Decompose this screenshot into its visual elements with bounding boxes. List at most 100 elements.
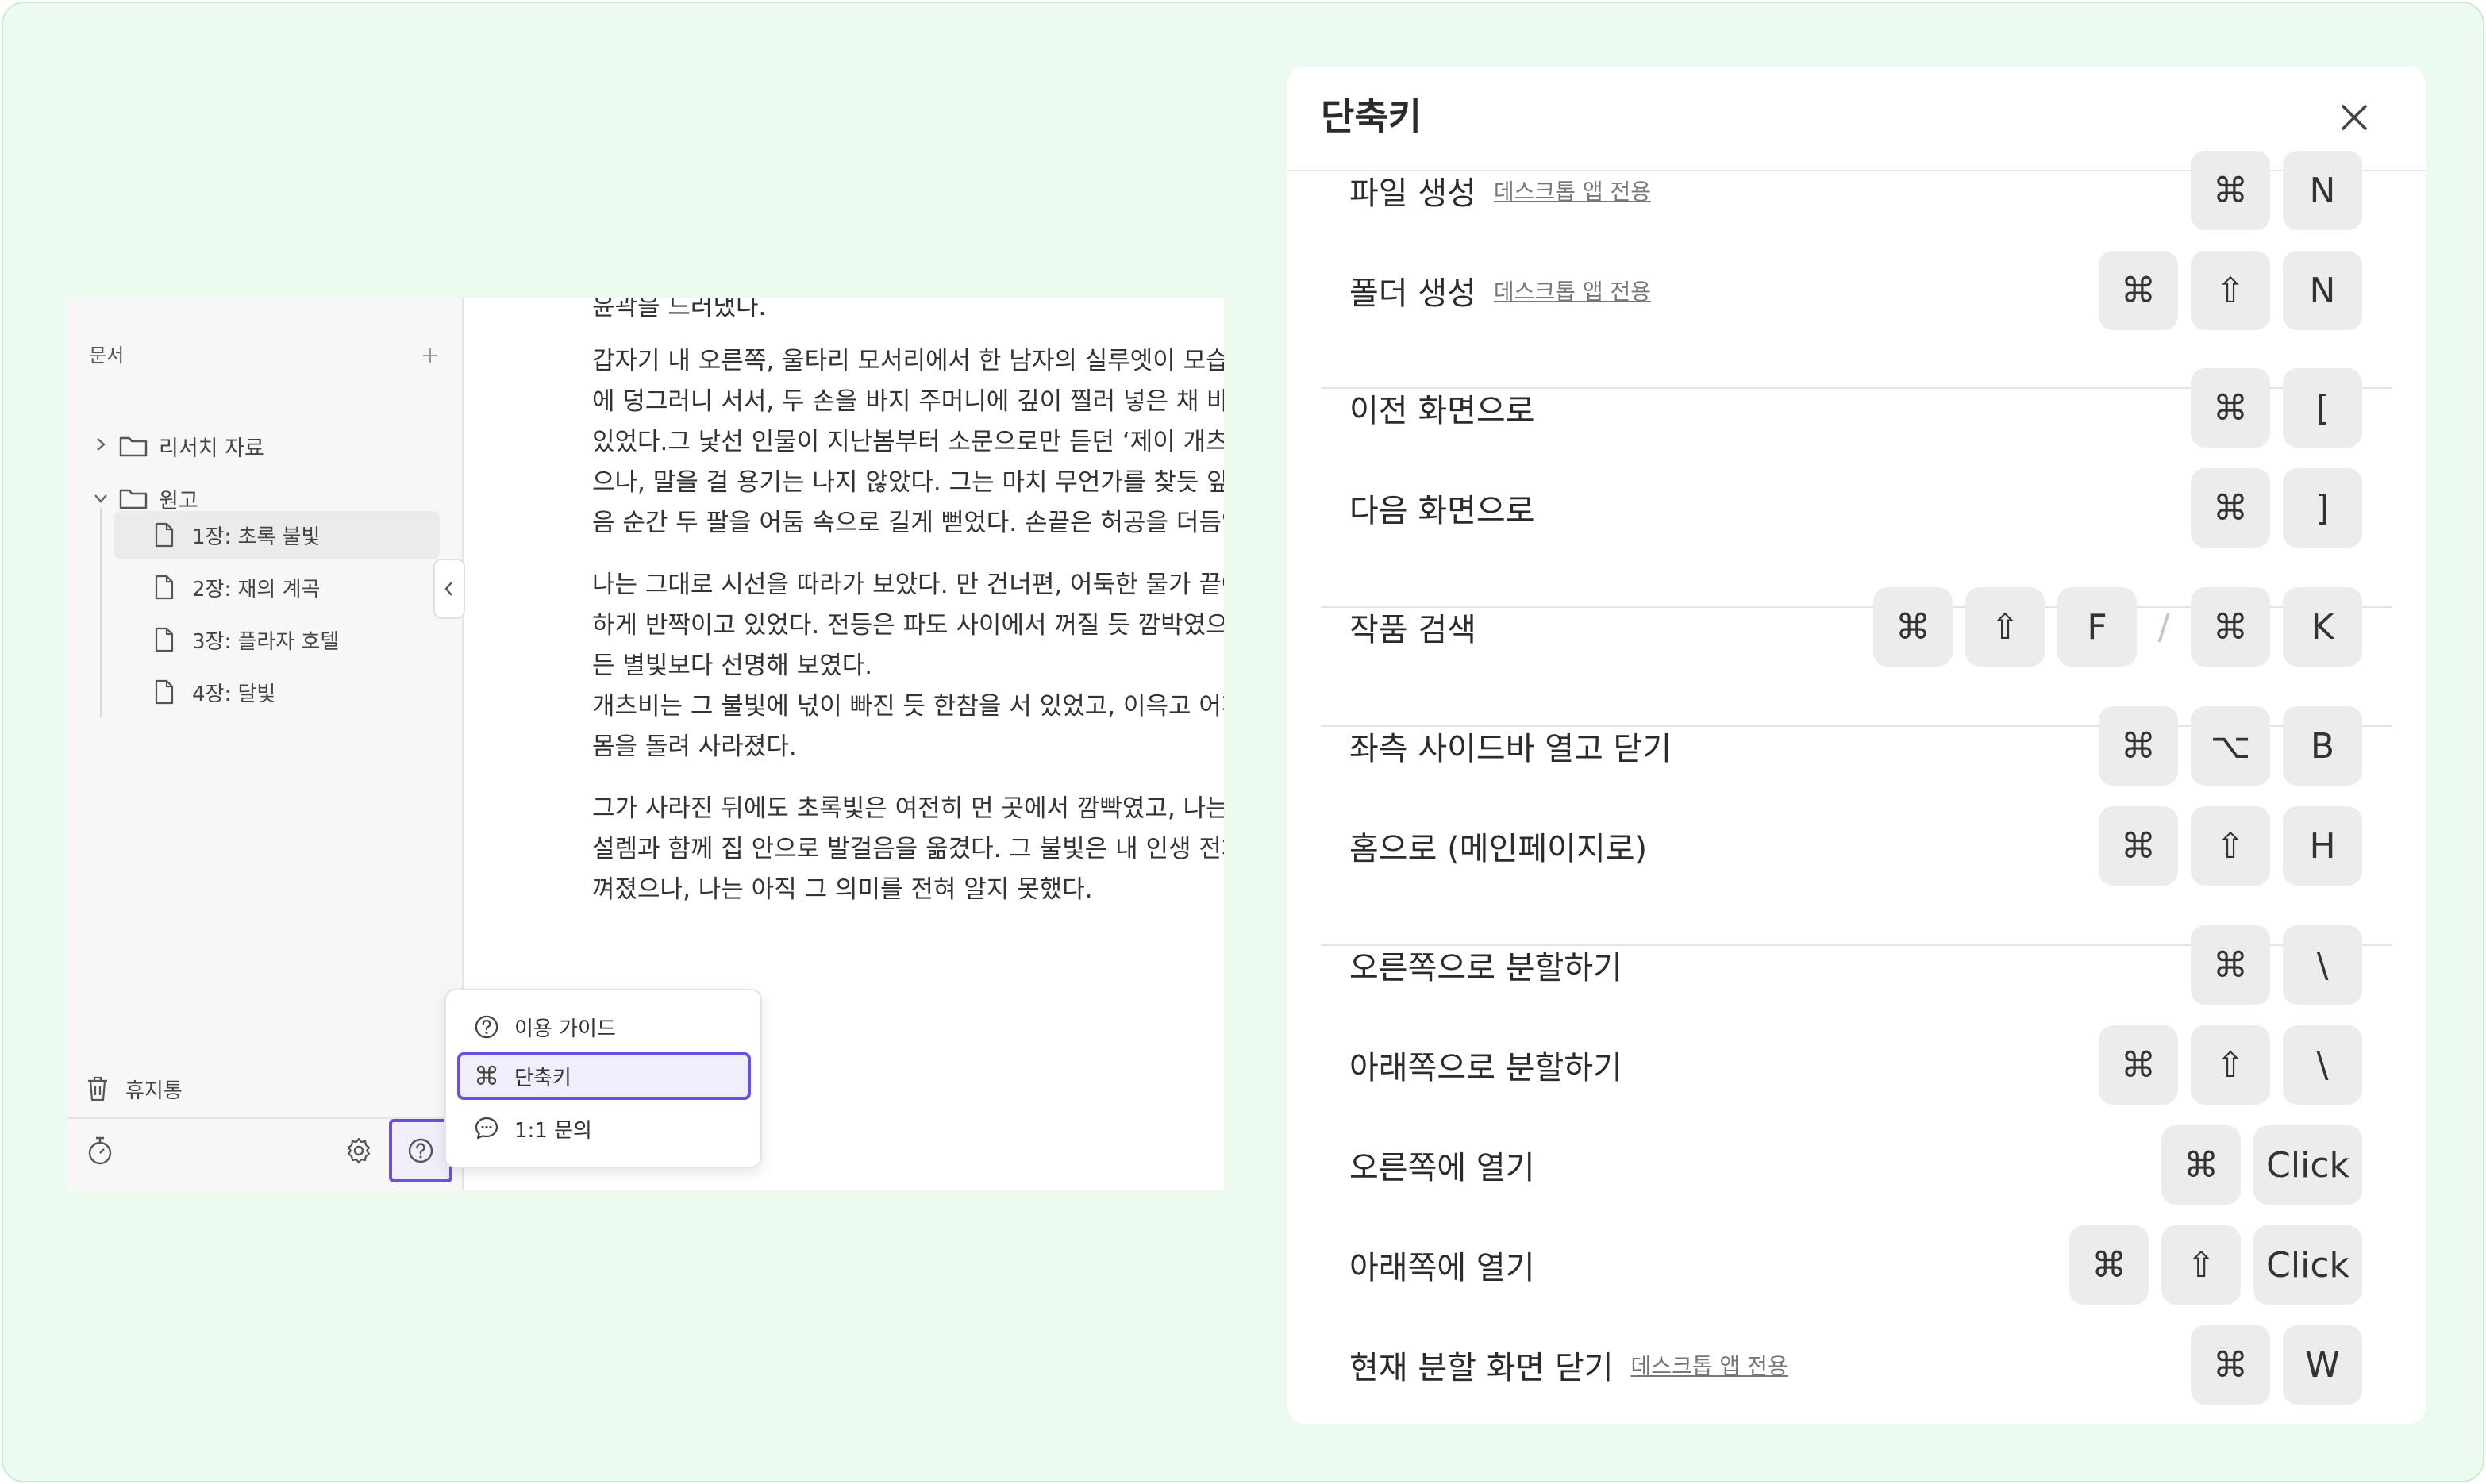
paragraph: 나는 그대로 시선을 따라가 보았다. 만 건너편, 어둑한 물가 끝에 초 하…: [592, 571, 1224, 761]
chevron-right-icon: [89, 435, 113, 457]
folder-label: 원고: [159, 488, 198, 513]
desktop-only-tag[interactable]: 데스크톱 앱 전용: [1494, 275, 1651, 306]
key-combination: ⌘ ⇧ H: [2099, 805, 2362, 887]
keycap: \: [2283, 925, 2362, 1005]
document-label: 4장: 달빛: [192, 682, 276, 706]
paragraph: 갑자기 내 오른쪽, 울타리 모서리에서 한 남자의 실루엣이 모습을 드 에 …: [592, 347, 1224, 537]
keycap: ⌥: [2191, 706, 2270, 786]
plus-icon: [423, 348, 437, 363]
document-icon: [155, 627, 174, 652]
keycap: ⌘: [2069, 1225, 2149, 1305]
close-icon: [2342, 105, 2367, 130]
folder-label: 리서치 자료: [159, 436, 264, 461]
shortcut-label: 좌측 사이드바 열고 닫기: [1349, 705, 1672, 787]
keycap: ⌘: [2191, 925, 2270, 1005]
shortcut-label-text: 다음 화면으로: [1349, 493, 1535, 529]
keycap: N: [2283, 151, 2362, 230]
collapse-sidebar-button[interactable]: [433, 559, 465, 619]
document-item-chapter-1[interactable]: 1장: 초록 불빛: [114, 511, 440, 559]
keycap: Click: [2253, 1225, 2362, 1305]
shortcut-row: 폴더 생성 데스크톱 앱 전용 ⌘ ⇧ N: [1287, 249, 2426, 332]
document-label: 2장: 재의 계곡: [192, 577, 321, 602]
keycap: F: [2057, 587, 2137, 667]
menu-item-inquiry[interactable]: 1:1 문의: [457, 1105, 751, 1152]
keycap: ⌘: [1873, 587, 1953, 667]
document-icon: [155, 575, 174, 600]
document-item-chapter-4[interactable]: 4장: 달빛: [114, 668, 440, 716]
help-circle-icon: [408, 1138, 433, 1163]
shortcut-row: 오른쪽에 열기 ⌘ Click: [1287, 1124, 2426, 1206]
app-window: 문서 리서치 자료 원고 1장: 초록 불빛 2장: 재의 계곡 3장: 플라자…: [67, 298, 1224, 1190]
shortcut-label-text: 좌측 사이드바 열고 닫기: [1349, 731, 1672, 767]
keycap: ⇧: [2191, 251, 2270, 330]
timer-icon[interactable]: [86, 1135, 114, 1167]
sidebar-header: 문서: [89, 340, 446, 371]
shortcut-row: 현재 분할 화면 닫기 데스크톱 앱 전용 ⌘ W: [1287, 1324, 2426, 1406]
key-combination: ⌘ ⇧ Click: [2069, 1224, 2362, 1306]
keycap: ⌘: [2191, 1325, 2270, 1405]
keycap: ⌘: [2191, 151, 2270, 230]
key-combination: ⌘[: [2191, 367, 2362, 449]
menu-item-label: 1:1 문의: [514, 1118, 592, 1143]
document-icon: [155, 679, 174, 705]
folder-row-research[interactable]: 리서치 자료: [89, 424, 264, 468]
desktop-only-tag[interactable]: 데스크톱 앱 전용: [1631, 1349, 1788, 1381]
chevron-down-icon: [89, 487, 113, 509]
shortcut-row: 파일 생성 데스크톱 앱 전용 ⌘ N: [1287, 149, 2426, 232]
keycap: ⇧: [1965, 587, 2045, 667]
shortcut-row: 홈으로 (메인페이지로) ⌘ ⇧ H: [1287, 805, 2426, 887]
shortcut-label-text: 작품 검색: [1349, 612, 1476, 648]
shortcut-label-text: 이전 화면으로: [1349, 393, 1535, 429]
shortcuts-dialog: 단축키 파일 생성 데스크톱 앱 전용 ⌘ N 폴더 생성 데스크톱 앱 전용 ⌘ ⇧ N 이전 …: [1287, 67, 2426, 1424]
shortcut-label-text: 아래쪽에 열기: [1349, 1250, 1535, 1286]
desktop-only-tag[interactable]: 데스크톱 앱 전용: [1494, 175, 1651, 206]
trash-icon: [88, 1076, 107, 1101]
shortcut-label-text: 오른쪽에 열기: [1349, 1150, 1535, 1186]
shortcut-label: 현재 분할 화면 닫기 데스크톱 앱 전용: [1349, 1324, 1788, 1406]
add-document-button[interactable]: [414, 340, 446, 371]
document-label: 1장: 초록 불빛: [192, 525, 321, 549]
key-combination: ⌘ N: [2191, 149, 2362, 232]
help-button[interactable]: [389, 1119, 452, 1182]
keycap: ⌘: [2099, 251, 2178, 330]
shortcut-label: 파일 생성 데스크톱 앱 전용: [1349, 149, 1651, 232]
document-item-chapter-3[interactable]: 3장: 플라자 호텔: [114, 616, 440, 663]
shortcut-row: 아래쪽으로 분할하기 ⌘ ⇧ \: [1287, 1024, 2426, 1106]
keycap: ⌘: [2099, 706, 2178, 786]
keycap: \: [2283, 1025, 2362, 1105]
document-icon: [155, 522, 174, 548]
keycap: ⇧: [2161, 1225, 2242, 1305]
keycap: ⇧: [2191, 806, 2270, 886]
keycap: ]: [2283, 468, 2362, 548]
sidebar-title: 문서: [89, 344, 125, 367]
menu-item-label: 단축키: [514, 1066, 571, 1090]
key-separator: /: [2157, 606, 2170, 648]
key-combination: ⌘ ⇧ N: [2099, 249, 2362, 332]
shortcut-label: 폴더 생성 데스크톱 앱 전용: [1349, 249, 1651, 332]
key-combination: ⌘ ⌥ B: [2099, 705, 2362, 787]
key-combination: ⌘ Click: [2161, 1124, 2362, 1206]
close-button[interactable]: [2332, 95, 2376, 140]
help-circle-icon: [473, 1013, 500, 1040]
key-combination: ⌘ ⇧ \: [2099, 1024, 2362, 1106]
sidebar: 문서 리서치 자료 원고 1장: 초록 불빛 2장: 재의 계곡 3장: 플라자…: [67, 298, 464, 1190]
keycap: H: [2283, 806, 2362, 886]
shortcut-row: 좌측 사이드바 열고 닫기 ⌘ ⌥ B: [1287, 705, 2426, 787]
keycap: ⌘: [2099, 1025, 2178, 1105]
key-combination: ⌘ \: [2191, 924, 2362, 1006]
shortcut-label: 아래쪽에 열기: [1349, 1224, 1535, 1306]
gear-icon[interactable]: [344, 1136, 373, 1165]
trash-item[interactable]: 휴지통: [86, 1067, 183, 1111]
menu-item-guide[interactable]: 이용 가이드: [457, 1003, 751, 1051]
canvas: 문서 리서치 자료 원고 1장: 초록 불빛 2장: 재의 계곡 3장: 플라자…: [2, 2, 2484, 1482]
document-item-chapter-2[interactable]: 2장: 재의 계곡: [114, 563, 440, 611]
shortcut-label: 이전 화면으로: [1349, 367, 1535, 449]
menu-item-shortcuts[interactable]: ⌘ 단축키: [457, 1052, 751, 1100]
shortcut-label: 오른쪽으로 분할하기: [1349, 924, 1622, 1006]
folder-icon: [119, 436, 148, 457]
folder-icon: [119, 489, 148, 509]
shortcut-label-text: 폴더 생성: [1349, 275, 1476, 312]
paragraph: 그가 사라진 뒤에도 초록빛은 여전히 먼 곳에서 깜빡였고, 나는 이 설렘과…: [592, 794, 1224, 904]
keycap: K: [2283, 587, 2362, 667]
shortcut-row: 작품 검색 ⌘ ⇧ F / ⌘ K: [1287, 586, 2426, 668]
